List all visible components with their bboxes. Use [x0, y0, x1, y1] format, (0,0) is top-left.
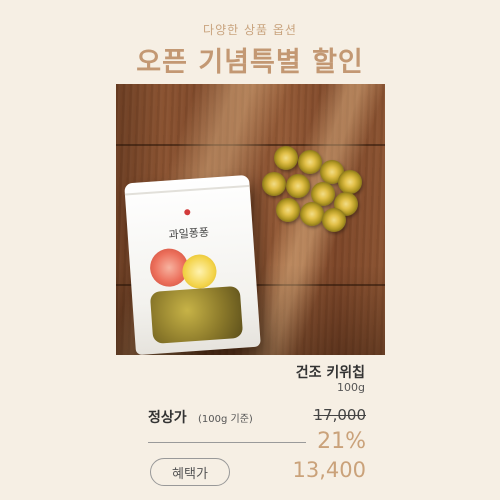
kiwi-chip: [262, 172, 286, 196]
discount-rate: 21%: [317, 429, 366, 454]
bag-brand-label: 과일퐁퐁: [168, 225, 210, 242]
kiwi-chip: [322, 208, 346, 232]
regular-price: 17,000: [313, 406, 367, 424]
promo-page: 다양한 상품 옵션 오픈 기념특별 할인 과일퐁퐁 건조 키위칩 100g 정상…: [0, 0, 500, 500]
product-weight: 100g: [337, 381, 365, 394]
product-name: 건조 키위칩: [295, 365, 365, 381]
benefit-price-button[interactable]: 혜택가: [150, 458, 230, 486]
regular-price-label: 정상가: [148, 410, 187, 426]
price-divider: [148, 442, 306, 443]
bag-zipper: [124, 184, 250, 196]
kiwi-chip: [298, 150, 322, 174]
brand-mark-icon: [184, 209, 191, 216]
kiwi-chip: [338, 170, 362, 194]
regular-price-basis: (100g 기준): [198, 414, 253, 425]
promo-subtitle: 다양한 상품 옵션: [203, 23, 297, 37]
lemon-illustration: [181, 253, 218, 290]
promo-title: 오픈 기념특별 할인: [136, 47, 364, 78]
product-bag: 과일퐁퐁: [124, 174, 261, 355]
kiwi-chip: [276, 198, 300, 222]
kiwi-chip: [286, 174, 310, 198]
sale-price: 13,400: [292, 458, 366, 482]
product-photo: 과일퐁퐁: [116, 84, 385, 355]
kiwi-chip: [274, 146, 298, 170]
kiwi-chip: [300, 202, 324, 226]
bag-window-contents: [149, 285, 244, 344]
